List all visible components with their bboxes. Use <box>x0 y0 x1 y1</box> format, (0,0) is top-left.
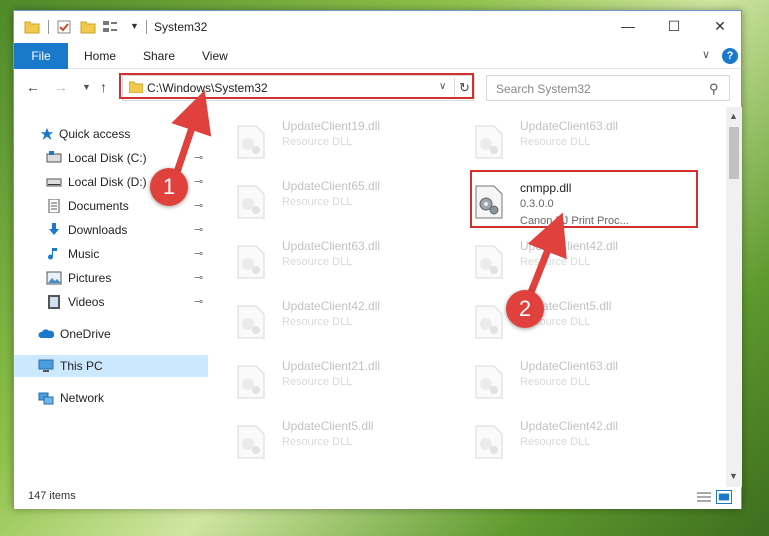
arrow-to-file <box>524 212 567 302</box>
step-badge-2: 2 <box>506 290 544 328</box>
arrow-to-address-bar <box>171 90 212 180</box>
annotation-arrows <box>171 90 567 302</box>
step-badge-1: 1 <box>150 168 188 206</box>
